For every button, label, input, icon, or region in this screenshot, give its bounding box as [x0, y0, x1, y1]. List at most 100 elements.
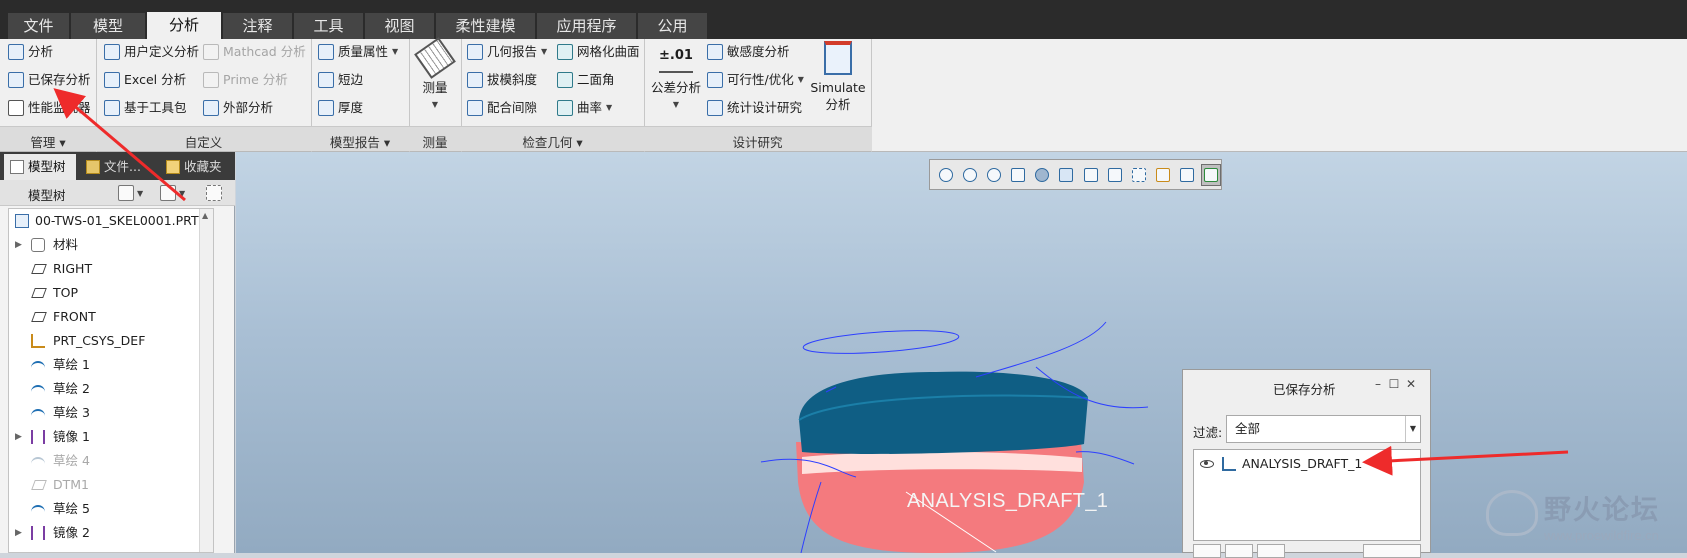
simulate-analysis-button[interactable]: Simulate 分析 [810, 41, 866, 113]
tree-settings-icon[interactable] [118, 185, 134, 201]
chevron-down-icon[interactable]: ▼ [392, 42, 398, 62]
tree-item-label: 草绘 5 [53, 501, 90, 516]
feasibility-optimization-button[interactable]: 可行性/优化 ▼ [707, 70, 804, 90]
tree-item-material[interactable]: ▶ 材料 [9, 235, 209, 255]
tree-filter-icon[interactable] [206, 185, 222, 201]
scroll-up-icon[interactable]: ▲ [202, 211, 208, 220]
tree-item-front[interactable]: FRONT [9, 307, 209, 327]
close-dialog-button[interactable] [1363, 544, 1421, 558]
tab-model-tree[interactable]: 模型树 [4, 154, 76, 180]
tab-folder-browser[interactable]: 文件... [80, 154, 156, 180]
minimize-icon[interactable]: – [1371, 377, 1385, 391]
tab-analysis[interactable]: 分析 [147, 12, 222, 40]
tree-item-csys[interactable]: PRT_CSYS_DEF [9, 331, 209, 351]
expand-icon[interactable]: ▶ [15, 235, 22, 255]
draft-analysis-label: 拔模斜度 [487, 72, 538, 87]
tab-flexible-modeling[interactable]: 柔性建模 [436, 13, 536, 39]
tab-view[interactable]: 视图 [365, 13, 435, 39]
tree-scrollbar[interactable]: ▲ [199, 209, 213, 552]
thickness-button[interactable]: 厚度 [318, 98, 363, 118]
tree-item-mirror-1[interactable]: ▶ 镜像 1 [9, 427, 209, 447]
mathcad-analysis-button[interactable]: Mathcad 分析 [203, 42, 306, 62]
measure-button[interactable]: 测量 ▼ [413, 37, 457, 113]
tree-item-sketch-1[interactable]: 草绘 1 [9, 355, 209, 375]
group-label-model-report[interactable]: 模型报告 ▾ [311, 132, 409, 151]
tab-file[interactable]: 文件 [8, 13, 70, 39]
hide-all-button[interactable] [1225, 544, 1253, 558]
tolerance-analysis-button[interactable]: ±.01 公差分析 ▼ [648, 43, 704, 113]
expand-icon[interactable]: ▶ [15, 427, 22, 447]
thickness-label: 厚度 [338, 100, 364, 115]
tab-favorites[interactable]: 收藏夹 [160, 154, 235, 180]
tab-tools[interactable]: 工具 [294, 13, 364, 39]
external-analysis-button[interactable]: 外部分析 [203, 98, 273, 118]
mass-properties-button[interactable]: 质量属性 ▼ [318, 42, 398, 62]
chevron-down-icon[interactable]: ▼ [606, 98, 612, 118]
sensitivity-analysis-button[interactable]: 敏感度分析 [707, 42, 790, 62]
delete-button[interactable] [1257, 544, 1285, 558]
statistical-design-study-button[interactable]: 统计设计研究 [707, 98, 802, 118]
mirror-icon [31, 430, 45, 444]
analysis-button[interactable]: 分析 [8, 42, 53, 62]
clearance-button[interactable]: 配合间隙 [467, 98, 537, 118]
mesh-surface-button[interactable]: 网格化曲面 [557, 42, 640, 62]
model-tree-toolbar: 模型树 ▼ ▼ [0, 180, 235, 206]
dihedral-button[interactable]: 二面角 [557, 70, 615, 90]
tree-item-sketch-5[interactable]: 草绘 5 [9, 499, 209, 519]
chevron-down-icon[interactable]: ▼ [137, 189, 143, 198]
tab-annotate[interactable]: 注释 [223, 13, 293, 39]
tab-utilities[interactable]: 公用 [638, 13, 708, 39]
prime-analysis-button[interactable]: Prime 分析 [203, 70, 288, 90]
tree-item-dtm1[interactable]: DTM1 [9, 475, 209, 495]
ruler-icon [414, 37, 456, 79]
tree-item-top[interactable]: TOP [9, 283, 209, 303]
chevron-down-icon[interactable]: ▼ [541, 42, 547, 62]
excel-analysis-label: Excel 分析 [124, 72, 187, 87]
tree-item-sketch-4[interactable]: 草绘 4 [9, 451, 209, 471]
short-edge-label: 短边 [338, 72, 364, 87]
chevron-down-icon[interactable]: ▼ [1405, 416, 1420, 442]
list-item[interactable]: ANALYSIS_DRAFT_1 [1200, 454, 1362, 474]
chevron-down-icon[interactable]: ▼ [179, 189, 185, 198]
graphics-viewport[interactable]: ANALYSIS_DRAFT_1 [236, 152, 1687, 553]
expand-icon[interactable]: ▶ [15, 523, 22, 543]
chevron-down-icon[interactable]: ▼ [798, 70, 804, 90]
maximize-icon[interactable]: ☐ [1387, 377, 1401, 391]
close-icon[interactable]: ✕ [1404, 377, 1418, 391]
tree-item-right[interactable]: RIGHT [9, 259, 209, 279]
group-label-manage[interactable]: 管理 ▾ [0, 132, 96, 151]
filter-value: 全部 [1235, 421, 1261, 436]
edit-analysis-button[interactable] [1193, 544, 1221, 558]
chevron-down-icon[interactable]: ▼ [413, 96, 457, 113]
tree-item-sketch-2[interactable]: 草绘 2 [9, 379, 209, 399]
filter-label: 过滤: [1193, 425, 1223, 440]
tab-folder-browser-label: 文件... [104, 159, 141, 174]
chevron-down-icon[interactable]: ▼ [648, 96, 704, 113]
datum-plane-icon [31, 312, 47, 322]
filter-dropdown[interactable]: 全部 ▼ [1226, 415, 1421, 443]
tree-item-mirror-2[interactable]: ▶ 镜像 2 [9, 523, 209, 543]
user-defined-analysis-button[interactable]: 用户定义分析 [104, 42, 199, 62]
mathcad-icon [203, 44, 219, 60]
sketch-icon [31, 409, 45, 419]
eye-icon[interactable] [1200, 460, 1214, 468]
saved-analysis-button[interactable]: 已保存分析 [8, 70, 91, 90]
draft-analysis-button[interactable]: 拔模斜度 [467, 70, 537, 90]
geometry-report-button[interactable]: 几何报告 ▼ [467, 42, 547, 62]
external-analysis-icon [203, 100, 219, 116]
tree-item-label: 镜像 1 [53, 429, 90, 444]
excel-analysis-button[interactable]: Excel 分析 [104, 70, 186, 90]
toolkit-analysis-button[interactable]: 基于工具包 [104, 98, 187, 118]
mass-properties-label: 质量属性 [338, 44, 389, 59]
watermark-url: www.proewildfire.cn [1544, 528, 1659, 543]
short-edge-button[interactable]: 短边 [318, 70, 363, 90]
tab-applications[interactable]: 应用程序 [537, 13, 637, 39]
curvature-button[interactable]: 曲率 ▼ [557, 98, 612, 118]
group-label-inspect-geometry[interactable]: 检查几何 ▾ [461, 132, 644, 151]
performance-monitor-button[interactable]: 性能监视器 [8, 98, 91, 118]
show-options-icon[interactable] [160, 185, 176, 201]
tab-model[interactable]: 模型 [71, 13, 146, 39]
feasibility-label: 可行性/优化 [727, 72, 794, 87]
toolkit-analysis-label: 基于工具包 [124, 100, 187, 115]
tree-item-sketch-3[interactable]: 草绘 3 [9, 403, 209, 423]
